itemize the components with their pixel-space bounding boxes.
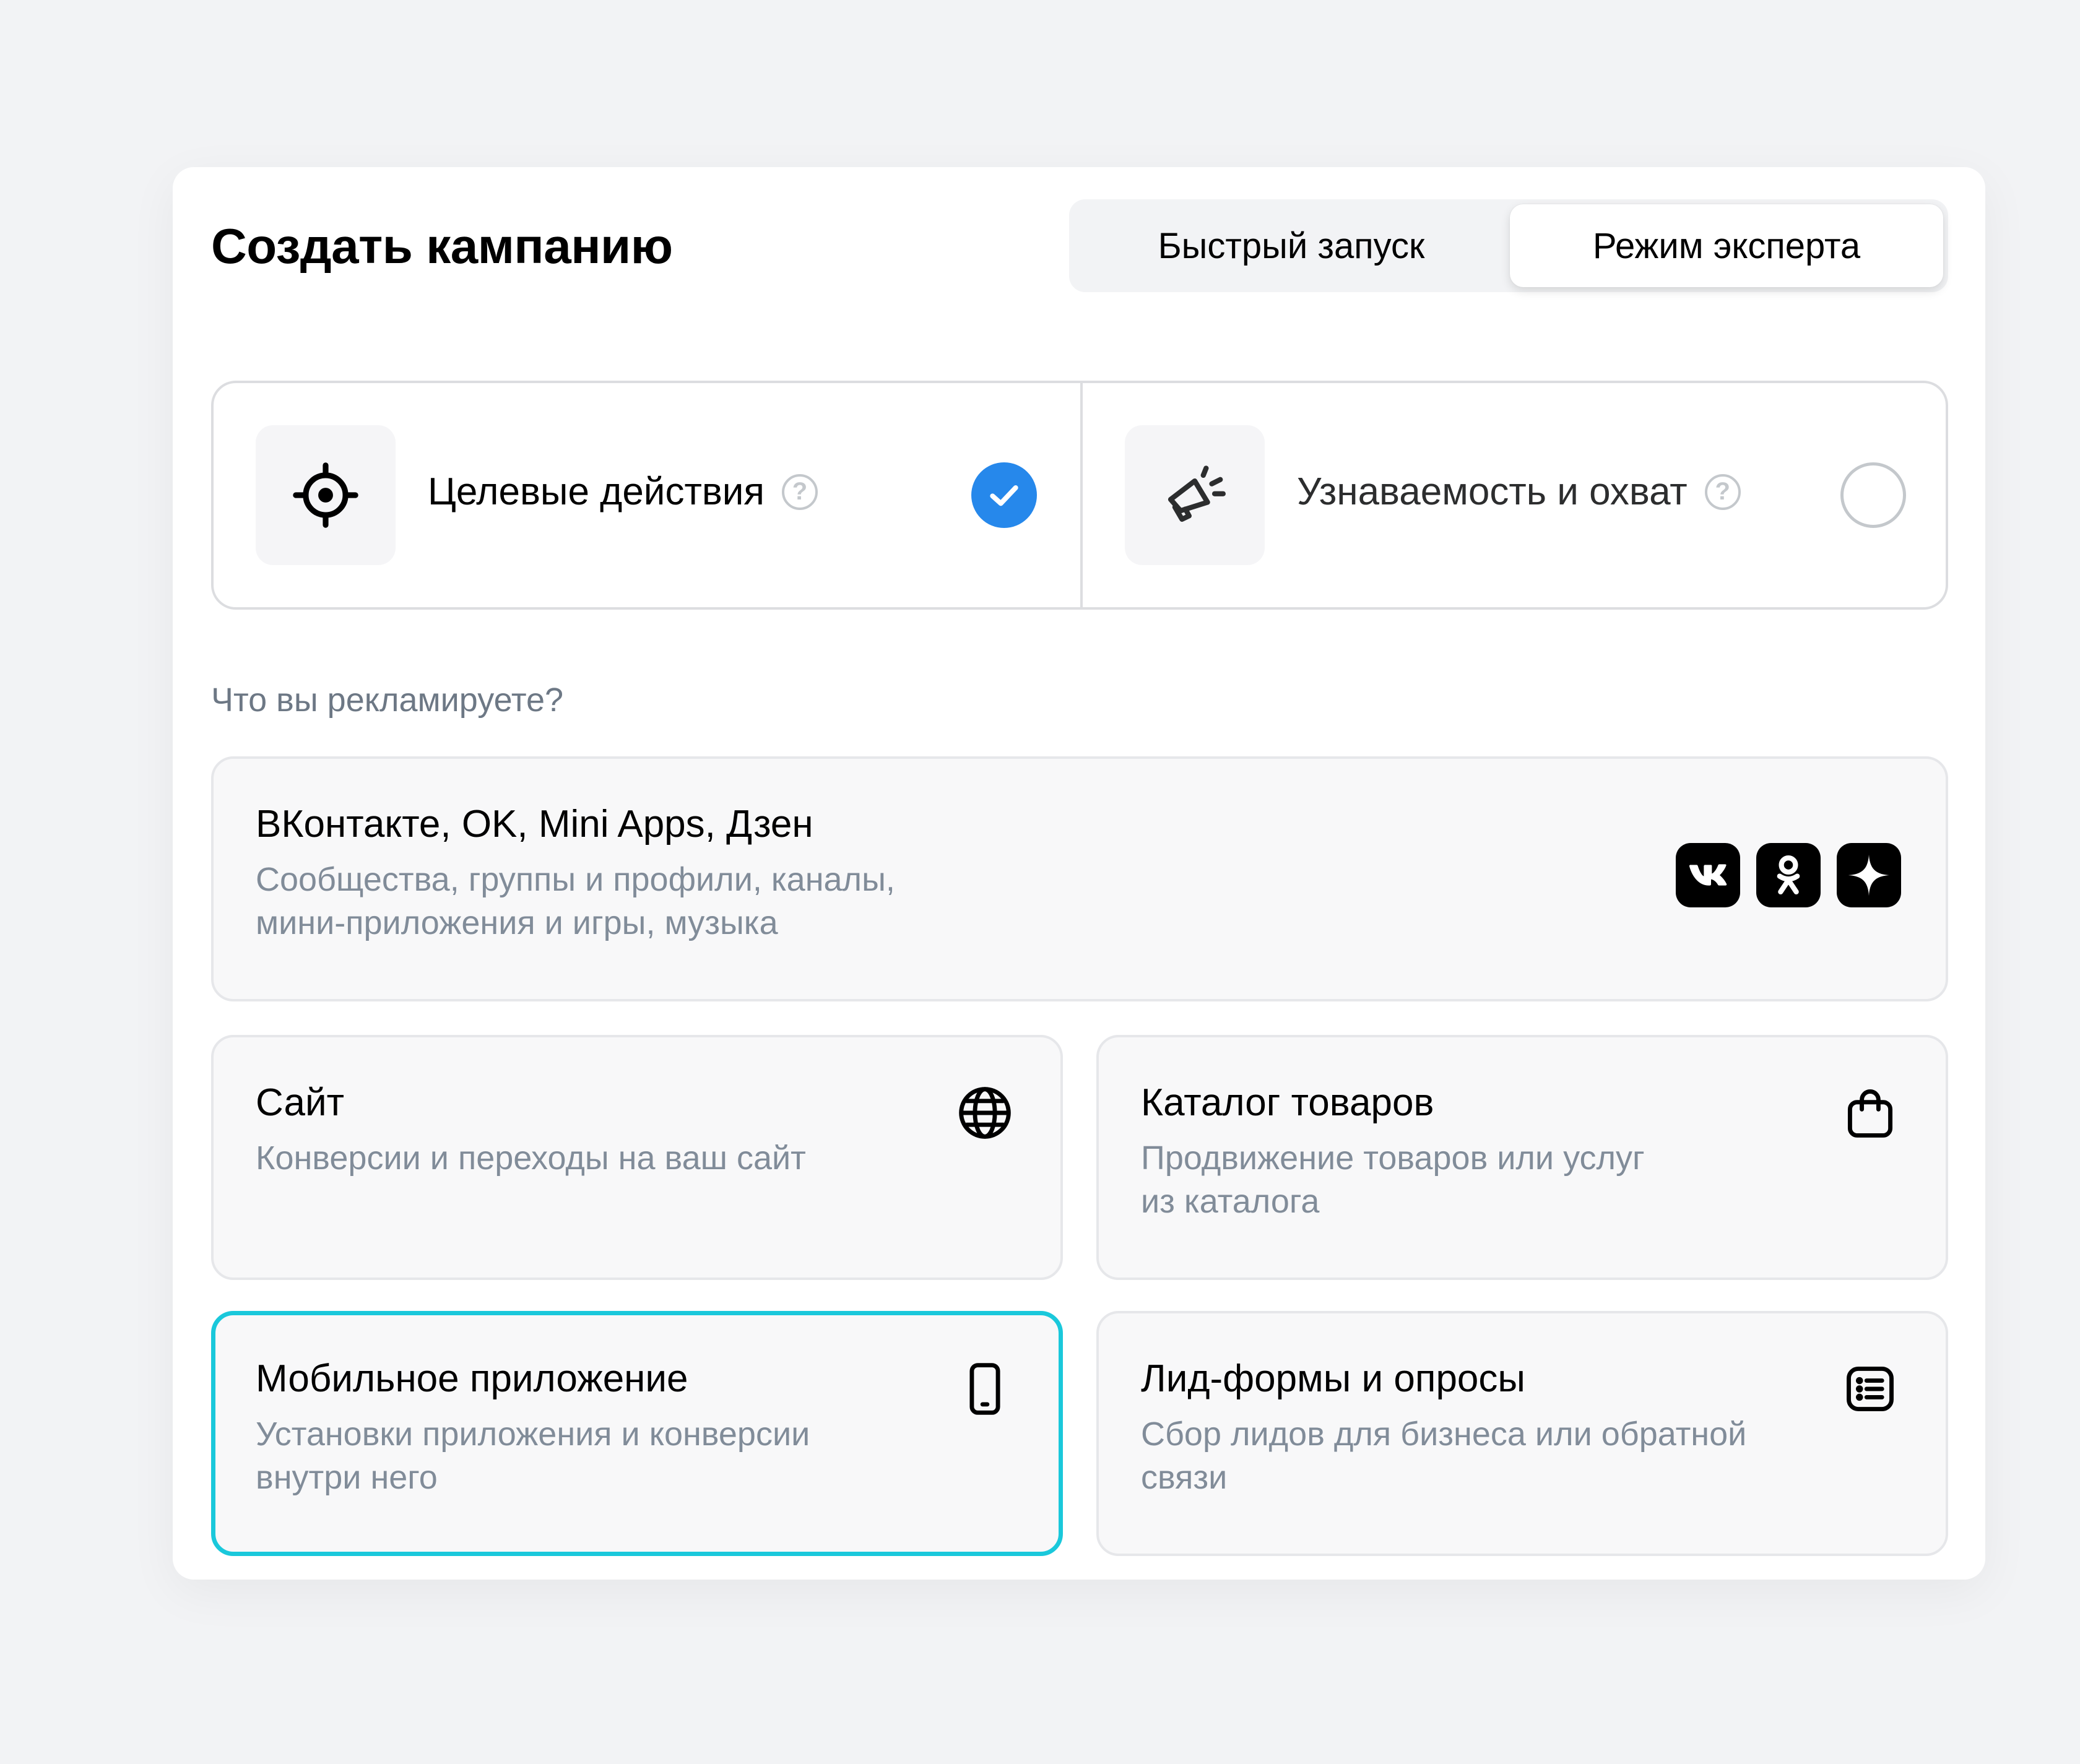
card-description-line: связи bbox=[1141, 1459, 1228, 1496]
card-description-line: Сообщества, группы и профили, каналы, bbox=[256, 861, 895, 898]
expert-mode-tab[interactable]: Режим эксперта bbox=[1510, 204, 1943, 287]
card-title: ВКонтакте, OK, Mini Apps, Дзен bbox=[256, 803, 813, 845]
card-title: Мобильное приложение bbox=[256, 1357, 688, 1400]
promo-option-site[interactable]: Сайт Конверсии и переходы на ваш сайт bbox=[211, 1035, 1063, 1280]
card-description: Сбор лидов для бизнеса или обратной связ… bbox=[1141, 1412, 1853, 1499]
card-description-line: Конверсии и переходы на ваш сайт bbox=[256, 1139, 806, 1177]
card-description: Сообщества, группы и профили, каналы, ми… bbox=[256, 858, 1060, 945]
card-title: Каталог товаров bbox=[1141, 1081, 1434, 1124]
card-description-line: Продвижение товаров или услуг bbox=[1141, 1139, 1645, 1177]
shopping-bag-icon bbox=[1839, 1082, 1901, 1144]
brand-icons bbox=[1676, 843, 1901, 907]
promo-option-mobile-app[interactable]: Мобильное приложение Установки приложени… bbox=[211, 1311, 1063, 1556]
promo-option-vk-ok-dzen[interactable]: ВКонтакте, OK, Mini Apps, Дзен Сообществ… bbox=[211, 756, 1948, 1001]
card-description-line: Сбор лидов для бизнеса или обратной bbox=[1141, 1416, 1747, 1453]
goal-option-awareness-reach[interactable]: Узнаваемость и охват ? bbox=[1083, 383, 1948, 607]
vk-logo-icon bbox=[1676, 843, 1740, 907]
list-form-icon bbox=[1839, 1358, 1901, 1420]
help-icon[interactable]: ? bbox=[1704, 473, 1741, 510]
megaphone-icon bbox=[1168, 465, 1226, 522]
card-title: Лид-формы и опросы bbox=[1141, 1357, 1525, 1400]
globe-icon bbox=[954, 1082, 1016, 1144]
goal-option-target-actions[interactable]: Целевые действия ? bbox=[214, 383, 1079, 607]
card-description-line: Установки приложения и конверсии bbox=[256, 1416, 810, 1453]
selected-check-icon[interactable] bbox=[971, 462, 1037, 528]
card-description: Продвижение товаров или услуг из каталог… bbox=[1141, 1136, 1853, 1223]
smartphone-icon bbox=[954, 1358, 1016, 1420]
card-title: Сайт bbox=[256, 1081, 344, 1124]
ok-logo-icon bbox=[1756, 843, 1821, 907]
mode-switch: Быстрый запуск Режим эксперта bbox=[1069, 199, 1948, 292]
card-description: Конверсии и переходы на ваш сайт bbox=[256, 1136, 968, 1180]
page-title: Создать кампанию bbox=[211, 218, 673, 274]
crosshair-icon bbox=[293, 462, 358, 528]
dzen-logo-icon bbox=[1837, 843, 1901, 907]
create-campaign-panel: Создать кампанию Быстрый запуск Режим эк… bbox=[173, 167, 1985, 1580]
card-description-line: внутри него bbox=[256, 1459, 438, 1496]
section-question: Что вы рекламируете? bbox=[211, 681, 564, 719]
goal-icon-box bbox=[1125, 425, 1265, 565]
help-icon[interactable]: ? bbox=[781, 473, 818, 510]
campaign-goal-selector: Целевые действия ? Узнаваемость и охват … bbox=[211, 381, 1948, 610]
goal-label: Узнаваемость и охват bbox=[1297, 470, 1688, 513]
promo-option-catalog[interactable]: Каталог товаров Продвижение товаров или … bbox=[1096, 1035, 1948, 1280]
quick-launch-tab[interactable]: Быстрый запуск bbox=[1074, 204, 1509, 287]
promo-option-lead-forms[interactable]: Лид-формы и опросы Сбор лидов для бизнес… bbox=[1096, 1311, 1948, 1556]
unselected-radio[interactable] bbox=[1840, 462, 1906, 528]
card-description-line: из каталога bbox=[1141, 1183, 1320, 1220]
card-description: Установки приложения и конверсии внутри … bbox=[256, 1412, 968, 1499]
card-description-line: мини-приложения и игры, музыка bbox=[256, 904, 778, 941]
goal-icon-box bbox=[256, 425, 396, 565]
goal-label: Целевые действия bbox=[428, 470, 765, 513]
